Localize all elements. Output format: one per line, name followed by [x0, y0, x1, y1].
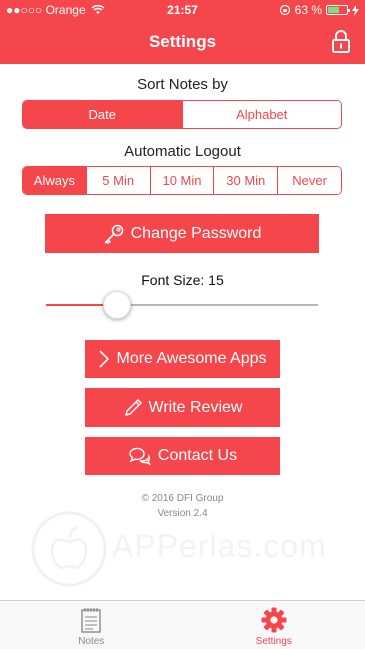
copyright-text: © 2016 DFI Group	[141, 493, 224, 504]
navigation-header: ●●○○○ Orange 21:57 63 % Settings	[0, 0, 365, 64]
font-size-slider[interactable]	[46, 290, 318, 320]
logout-option-always[interactable]: Always	[23, 167, 86, 194]
sort-segmented-control: Date Alphabet	[22, 100, 342, 129]
logout-option-5-min[interactable]: 5 Min	[85, 167, 150, 194]
gear-icon	[261, 607, 287, 633]
chat-icon	[129, 447, 151, 466]
lock-icon[interactable]	[331, 29, 351, 53]
watermark-logo	[31, 511, 107, 587]
tab-settings-label: Settings	[255, 636, 292, 647]
status-bar: ●●○○○ Orange 21:57 63 %	[0, 0, 365, 20]
battery-percent: 63 %	[294, 3, 322, 17]
watermark-text: APPerlas.com	[112, 528, 327, 564]
tab-notes[interactable]: Notes	[0, 601, 183, 649]
battery-icon	[326, 5, 350, 15]
logout-option-30-min[interactable]: 30 Min	[213, 167, 278, 194]
write-review-button[interactable]: Write Review	[85, 388, 280, 427]
logout-option-10-min[interactable]: 10 Min	[149, 167, 214, 194]
contact-us-label: Contact Us	[157, 447, 238, 464]
more-apps-button[interactable]: More Awesome Apps	[85, 340, 280, 378]
notes-icon	[81, 608, 101, 633]
charging-icon	[352, 4, 359, 16]
chevron-right-icon	[99, 350, 110, 368]
sort-option-alphabet[interactable]: Alphabet	[181, 101, 341, 128]
tab-settings[interactable]: Settings	[183, 601, 365, 649]
pencil-icon	[124, 398, 142, 416]
more-apps-label: More Awesome Apps	[116, 350, 267, 367]
tab-notes-label: Notes	[78, 636, 105, 647]
watermark: APPerlas.com	[30, 508, 350, 592]
page-title: Settings	[148, 32, 217, 51]
status-right: 63 %	[279, 3, 359, 17]
sort-label: Sort Notes by	[137, 76, 228, 93]
rotation-lock-icon	[279, 4, 290, 16]
change-password-button[interactable]: Change Password	[45, 214, 319, 253]
tab-bar: Notes Settings	[0, 600, 365, 649]
change-password-label: Change Password	[130, 224, 262, 242]
sort-option-date[interactable]: Date	[23, 101, 182, 128]
font-size-label: Font Size: 15	[141, 272, 224, 288]
logout-segmented-control: Always 5 Min 10 Min 30 Min Never	[22, 166, 342, 195]
write-review-label: Write Review	[148, 398, 243, 416]
logout-label: Automatic Logout	[124, 143, 241, 160]
battery-fill	[328, 7, 339, 13]
logout-option-never[interactable]: Never	[277, 167, 341, 194]
slider-thumb[interactable]	[103, 291, 131, 319]
key-icon	[104, 224, 123, 244]
contact-us-button[interactable]: Contact Us	[85, 437, 280, 475]
